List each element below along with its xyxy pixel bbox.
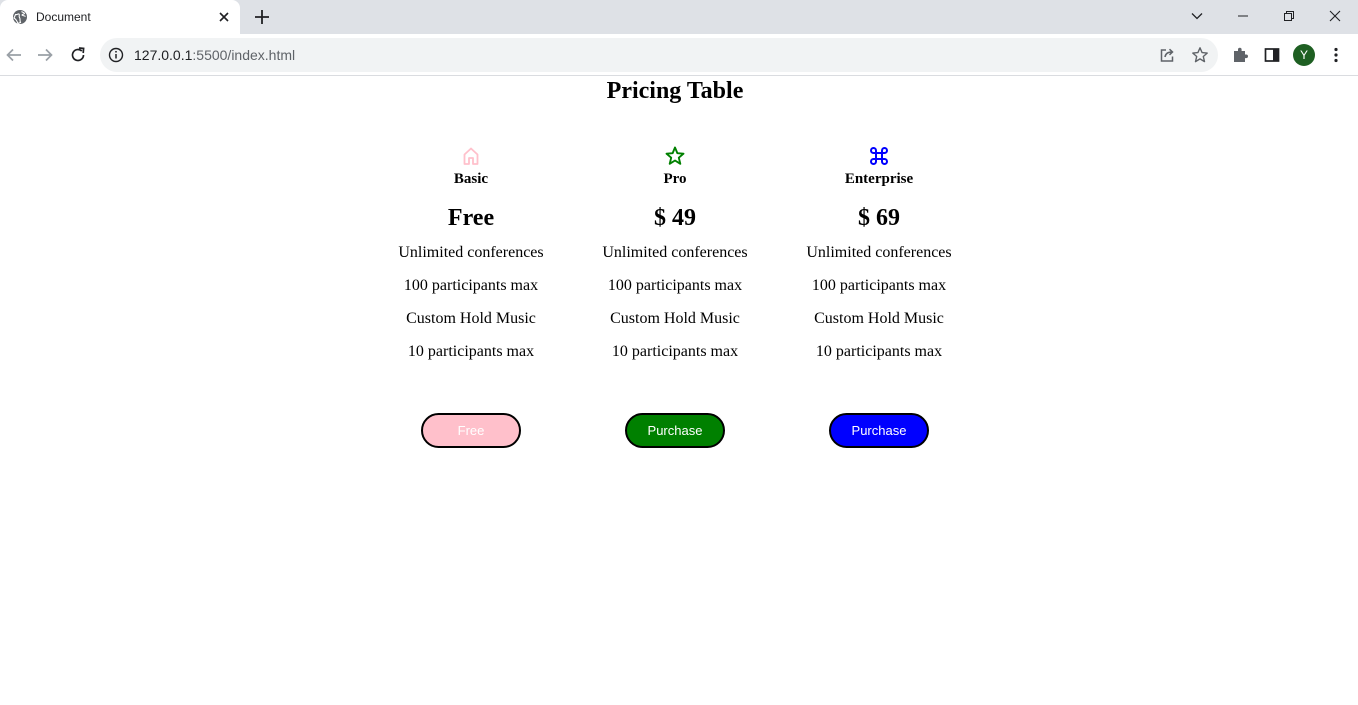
- new-tab-plus-icon[interactable]: [252, 7, 272, 27]
- close-tab-icon[interactable]: [216, 9, 232, 25]
- close-window-icon[interactable]: [1312, 0, 1358, 32]
- page-title: Pricing Table: [606, 78, 744, 104]
- plan-card-basic: Basic Free Unlimited conferences 100 par…: [369, 145, 573, 448]
- feature-item: 10 participants max: [815, 343, 943, 360]
- back-arrow-icon[interactable]: [2, 43, 26, 67]
- url-text[interactable]: 127.0.0.1:5500/index.html: [134, 47, 295, 63]
- plan-card-pro: Pro $ 49 Unlimited conferences 100 parti…: [573, 145, 777, 448]
- star-icon: [665, 146, 685, 165]
- plan-card-enterprise: Enterprise $ 69 Unlimited conferences 10…: [777, 145, 981, 448]
- plan-name: Pro: [663, 171, 687, 187]
- purchase-pro-button[interactable]: Purchase: [625, 413, 725, 448]
- command-icon: [870, 147, 888, 165]
- page-content: Pricing Table Basic Free Unlimited confe…: [0, 77, 1358, 705]
- plan-price: $ 69: [858, 205, 900, 231]
- feature-item: 10 participants max: [611, 343, 739, 360]
- tab-strip: Document: [0, 0, 1358, 34]
- feature-list: Unlimited conferences 100 participants m…: [369, 242, 573, 374]
- profile-avatar[interactable]: Y: [1293, 44, 1315, 66]
- plan-price: $ 49: [654, 205, 696, 231]
- feature-item: Custom Hold Music: [814, 310, 944, 327]
- plan-name: Enterprise: [844, 171, 914, 187]
- home-icon: [463, 147, 479, 165]
- purchase-enterprise-button[interactable]: Purchase: [829, 413, 929, 448]
- globe-icon: [13, 10, 27, 25]
- minimize-icon[interactable]: [1220, 0, 1266, 32]
- feature-item: 100 participants max: [403, 277, 539, 294]
- address-bar[interactable]: 127.0.0.1:5500/index.html: [100, 38, 1218, 72]
- site-info-icon[interactable]: [108, 47, 124, 63]
- plan-name: Basic: [453, 171, 489, 187]
- side-panel-icon[interactable]: [1262, 45, 1282, 65]
- feature-list: Unlimited conferences 100 participants m…: [777, 242, 981, 374]
- feature-item: Custom Hold Music: [610, 310, 740, 327]
- feature-item: Unlimited conferences: [806, 244, 952, 261]
- extensions-puzzle-icon[interactable]: [1230, 45, 1250, 65]
- forward-arrow-icon[interactable]: [33, 43, 57, 67]
- feature-item: 100 participants max: [811, 277, 947, 294]
- feature-item: Unlimited conferences: [602, 244, 748, 261]
- url-path: :5500/index.html: [192, 47, 296, 63]
- browser-tab[interactable]: Document: [0, 0, 240, 34]
- feature-item: Unlimited conferences: [398, 244, 544, 261]
- bookmark-star-icon[interactable]: [1191, 46, 1209, 64]
- feature-item: 10 participants max: [407, 343, 535, 360]
- more-menu-icon[interactable]: [1326, 45, 1346, 65]
- feature-list: Unlimited conferences 100 participants m…: [573, 242, 777, 374]
- feature-item: 100 participants max: [607, 277, 743, 294]
- free-button[interactable]: Free: [421, 413, 521, 448]
- browser-toolbar: 127.0.0.1:5500/index.html Y: [0, 34, 1358, 76]
- tab-title: Document: [36, 10, 91, 24]
- tab-search-chevron-icon[interactable]: [1174, 0, 1220, 32]
- reload-icon[interactable]: [66, 43, 90, 67]
- plan-price: Free: [447, 205, 495, 231]
- feature-item: Custom Hold Music: [406, 310, 536, 327]
- restore-icon[interactable]: [1266, 0, 1312, 32]
- share-icon[interactable]: [1158, 46, 1176, 64]
- url-host: 127.0.0.1: [134, 47, 193, 63]
